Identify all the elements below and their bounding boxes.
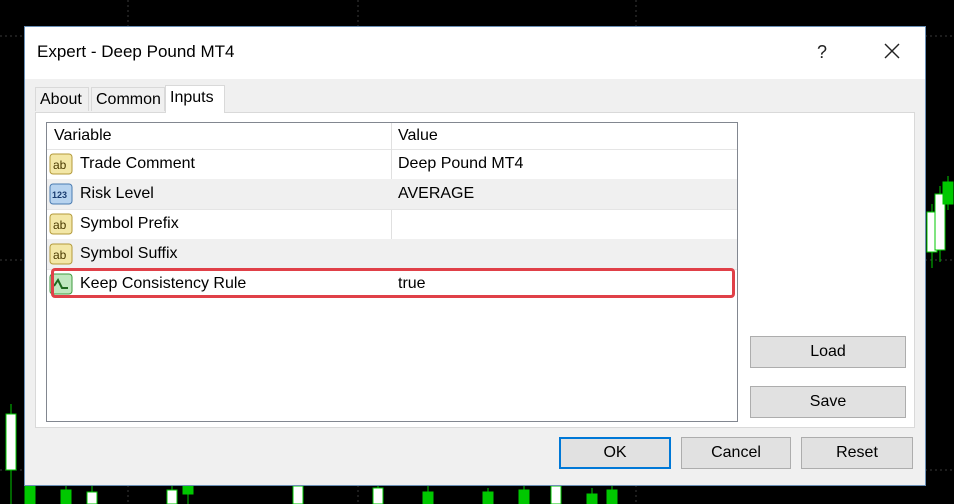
chart-candle-body (60, 489, 72, 504)
chart-candle-body (422, 491, 434, 504)
tab-common[interactable]: Common (91, 87, 165, 111)
row-variable: Symbol Prefix (80, 215, 179, 232)
chart-candle-body (586, 493, 598, 504)
svg-text:123: 123 (52, 190, 67, 200)
enum-param-icon: 123 (49, 183, 73, 205)
close-button[interactable] (875, 39, 909, 65)
text-param-icon: ab (49, 153, 73, 175)
chart-candle-body (5, 413, 17, 471)
row-variable: Risk Level (80, 185, 154, 202)
chart-candle-body (24, 485, 36, 504)
chart-candle-body (292, 485, 304, 504)
inputs-panel: Variable Value ab Trade Comment Deep Pou… (35, 112, 915, 428)
reset-button[interactable]: Reset (801, 437, 913, 469)
help-button[interactable]: ? (805, 39, 839, 65)
table-row[interactable]: ab Symbol Suffix (47, 239, 737, 269)
save-button[interactable]: Save (750, 386, 906, 418)
title-bar: Expert - Deep Pound MT4 ? (25, 27, 925, 79)
row-variable: Trade Comment (80, 155, 195, 172)
chart-candle-body (482, 491, 494, 504)
chart-candle-body (86, 491, 98, 504)
chart-candle-body (372, 487, 384, 504)
help-icon: ? (816, 42, 827, 62)
svg-text:ab: ab (53, 158, 67, 172)
row-value[interactable]: Deep Pound MT4 (398, 149, 523, 179)
row-variable: Keep Consistency Rule (80, 275, 247, 292)
close-icon (884, 43, 900, 59)
grid-header: Variable Value (47, 123, 737, 150)
row-variable: Symbol Suffix (80, 245, 178, 262)
row-value[interactable]: true (398, 269, 426, 299)
svg-text:ab: ab (53, 218, 67, 232)
chart-candle-body (606, 489, 618, 504)
expert-properties-dialog: Expert - Deep Pound MT4 ? About Common I… (24, 26, 926, 486)
window-title: Expert - Deep Pound MT4 (37, 42, 235, 61)
table-row[interactable]: ab Trade Comment Deep Pound MT4 (47, 149, 737, 179)
load-button[interactable]: Load (750, 336, 906, 368)
column-header-variable[interactable]: Variable (54, 123, 112, 149)
chart-candle-body (942, 181, 954, 205)
chart-candle-body (166, 489, 178, 504)
text-param-icon: ab (49, 213, 73, 235)
table-row[interactable]: Keep Consistency Rule true (47, 269, 737, 299)
inputs-grid: Variable Value ab Trade Comment Deep Pou… (46, 122, 738, 422)
row-value[interactable]: AVERAGE (398, 179, 474, 209)
tab-inputs[interactable]: Inputs (165, 85, 225, 113)
chart-candle-body (550, 485, 562, 504)
tab-about[interactable]: About (35, 87, 89, 111)
cancel-button[interactable]: Cancel (681, 437, 791, 469)
text-param-icon: ab (49, 243, 73, 265)
chart-candle-body (518, 489, 530, 504)
svg-text:ab: ab (53, 248, 67, 262)
bool-param-icon (49, 273, 73, 295)
table-row[interactable]: 123 Risk Level AVERAGE (47, 179, 737, 209)
column-header-value[interactable]: Value (398, 123, 438, 149)
table-row[interactable]: ab Symbol Prefix (47, 209, 737, 239)
ok-button[interactable]: OK (559, 437, 671, 469)
